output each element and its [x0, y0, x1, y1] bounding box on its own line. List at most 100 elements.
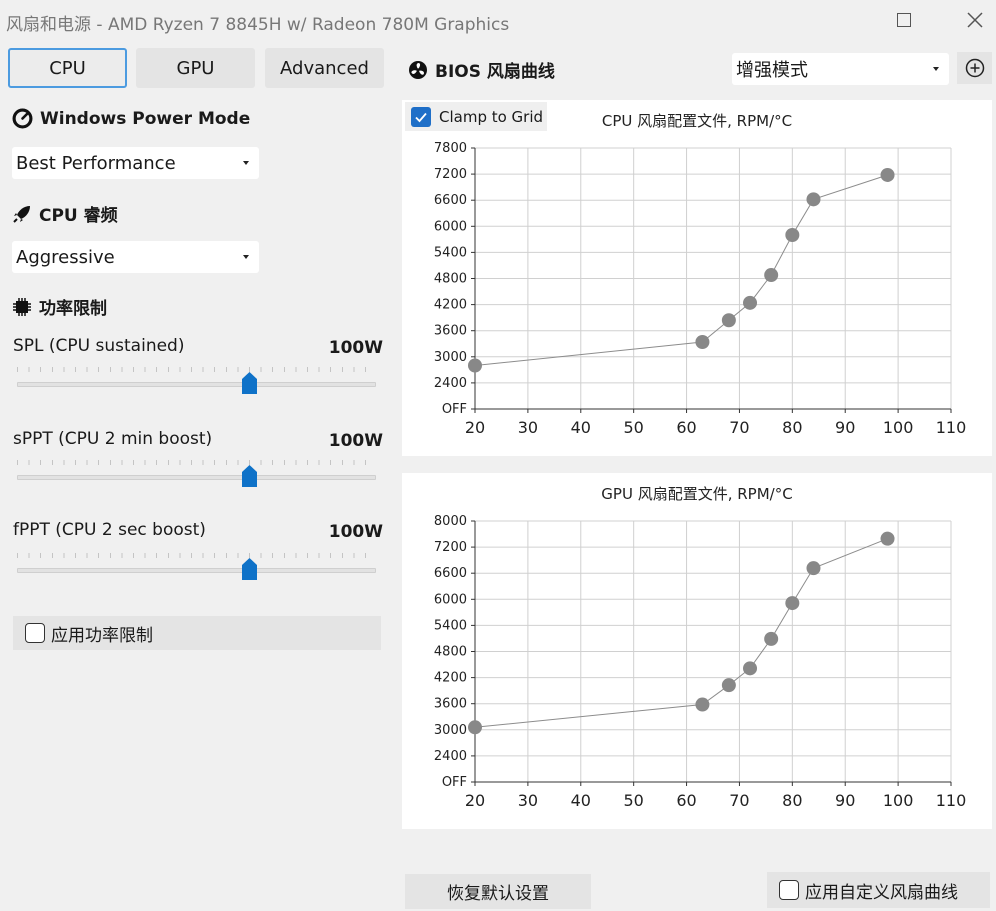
cpu-boost-heading-label: CPU 睿频 — [39, 206, 118, 226]
gpu-fan-chart[interactable]: OFF 2400 3000 3600 4200 4800 5400 6000 6600 7200 8… — [402, 473, 992, 829]
y-tick-label: 3000 — [434, 350, 467, 365]
x-tick-label: 100 — [883, 418, 914, 437]
apply-custom-fan-curve-checkbox[interactable]: 应用自定义风扇曲线 — [767, 872, 990, 908]
y-tick-label: 3600 — [434, 324, 467, 339]
chevron-down-icon — [243, 255, 249, 259]
y-tick-label: 7800 — [434, 141, 467, 156]
fppt-label: fPPT (CPU 2 sec boost) — [13, 520, 206, 540]
data-point[interactable] — [880, 531, 895, 546]
checkbox-checked-icon[interactable] — [411, 106, 431, 127]
slider-track — [17, 475, 376, 480]
y-tick-label: 5400 — [434, 618, 467, 633]
fan-mode-select[interactable]: 增强模式 — [732, 53, 949, 85]
cpu-boost-heading: CPU 睿频 — [12, 201, 118, 226]
data-point[interactable] — [764, 631, 779, 646]
series-line — [474, 174, 888, 366]
x-tick-label: 60 — [676, 418, 696, 437]
apply-power-limits-label: 应用功率限制 — [51, 625, 153, 646]
checkbox-box[interactable] — [779, 880, 799, 900]
y-tick-label: 8000 — [434, 514, 467, 529]
data-point[interactable] — [806, 561, 821, 576]
tab-cpu[interactable]: CPU — [8, 48, 127, 88]
data-point[interactable] — [806, 192, 821, 207]
x-tick-label: 60 — [676, 791, 696, 810]
clamp-to-grid-checkbox[interactable]: Clamp to Grid — [405, 102, 547, 131]
fan-curve-heading-label: BIOS 风扇曲线 — [435, 62, 555, 82]
data-point[interactable] — [721, 313, 736, 328]
x-tick-label: 80 — [782, 791, 802, 810]
y-tick-label: 6600 — [434, 193, 467, 208]
power-limits-heading-label: 功率限制 — [39, 299, 107, 319]
y-tick-label: 4200 — [434, 671, 467, 686]
rocket-icon — [13, 205, 30, 223]
x-tick-label: 110 — [936, 791, 967, 810]
data-point[interactable] — [721, 678, 736, 693]
spl-label: SPL (CPU sustained) — [13, 336, 185, 356]
data-point[interactable] — [743, 661, 758, 676]
add-fan-profile-button[interactable] — [957, 52, 992, 84]
x-tick-label: 70 — [729, 418, 749, 437]
slider-thumb[interactable] — [242, 558, 257, 580]
x-tick-label: 20 — [465, 418, 485, 437]
slider-thumb[interactable] — [242, 372, 257, 394]
spl-slider[interactable] — [17, 363, 376, 403]
data-point[interactable] — [880, 167, 895, 182]
data-point[interactable] — [695, 697, 710, 712]
y-tick-label: 6000 — [434, 592, 467, 607]
y-tick-label: 6000 — [434, 219, 467, 234]
maximize-button[interactable] — [886, 6, 922, 34]
gauge-icon — [12, 108, 33, 129]
data-point[interactable] — [764, 268, 779, 283]
y-tick-label: OFF — [442, 775, 467, 790]
y-tick-label: 3000 — [434, 723, 467, 738]
fppt-slider[interactable] — [17, 549, 376, 589]
data-point[interactable] — [695, 335, 710, 350]
x-tick-label: 90 — [835, 418, 855, 437]
y-tick-label: 7200 — [434, 167, 467, 182]
slider-track — [17, 382, 376, 387]
gpu-fan-chart-panel: GPU 风扇配置文件, RPM/°C OFF 2400 3000 3600 4200 48… — [402, 473, 992, 829]
y-tick-label: 7200 — [434, 540, 467, 555]
power-mode-value: Best Performance — [16, 152, 176, 174]
power-mode-heading-label: Windows Power Mode — [40, 108, 251, 129]
x-tick-label: 30 — [518, 418, 538, 437]
x-tick-label: 90 — [835, 791, 855, 810]
x-tick-label: 100 — [883, 791, 914, 810]
x-tick-label: 50 — [623, 418, 643, 437]
chip-icon — [13, 297, 31, 316]
window-title: 风扇和电源 - AMD Ryzen 7 8845H w/ Radeon 780M… — [6, 15, 510, 35]
slider-ticks — [17, 460, 376, 465]
cpu-fan-chart[interactable]: OFF 2400 3000 3600 4200 4800 5400 6000 6600 7200 7… — [402, 100, 992, 456]
x-tick-label: 40 — [571, 791, 591, 810]
data-point[interactable] — [468, 720, 482, 735]
x-tick-label: 110 — [936, 418, 967, 437]
x-tick-label: 50 — [623, 791, 643, 810]
checkbox-box[interactable] — [25, 623, 45, 643]
close-button[interactable] — [957, 6, 993, 34]
reset-defaults-button[interactable]: 恢复默认设置 — [405, 874, 591, 909]
power-mode-heading: Windows Power Mode — [12, 108, 250, 129]
x-tick-label: 40 — [571, 418, 591, 437]
sppt-label: sPPT (CPU 2 min boost) — [13, 429, 213, 449]
data-point[interactable] — [468, 358, 482, 373]
sppt-slider[interactable] — [17, 456, 376, 496]
chevron-down-icon — [243, 161, 249, 165]
y-tick-label: 2400 — [434, 376, 467, 391]
x-tick-label: 30 — [518, 791, 538, 810]
x-tick-label: 20 — [465, 791, 485, 810]
chevron-down-icon — [933, 67, 939, 71]
tab-advanced[interactable]: Advanced — [265, 48, 384, 88]
y-tick-label: OFF — [442, 402, 467, 417]
slider-thumb[interactable] — [242, 465, 257, 487]
tab-gpu[interactable]: GPU — [136, 48, 255, 88]
data-point[interactable] — [743, 295, 758, 310]
power-mode-select[interactable]: Best Performance — [12, 147, 259, 179]
series-line — [474, 538, 888, 728]
data-point[interactable] — [785, 228, 800, 242]
data-point[interactable] — [785, 596, 800, 611]
apply-power-limits-checkbox[interactable]: 应用功率限制 — [13, 616, 381, 650]
cpu-boost-select[interactable]: Aggressive — [12, 241, 259, 273]
fan-icon — [409, 60, 427, 79]
sppt-value: 100W — [328, 431, 383, 451]
y-tick-label: 4200 — [434, 298, 467, 313]
